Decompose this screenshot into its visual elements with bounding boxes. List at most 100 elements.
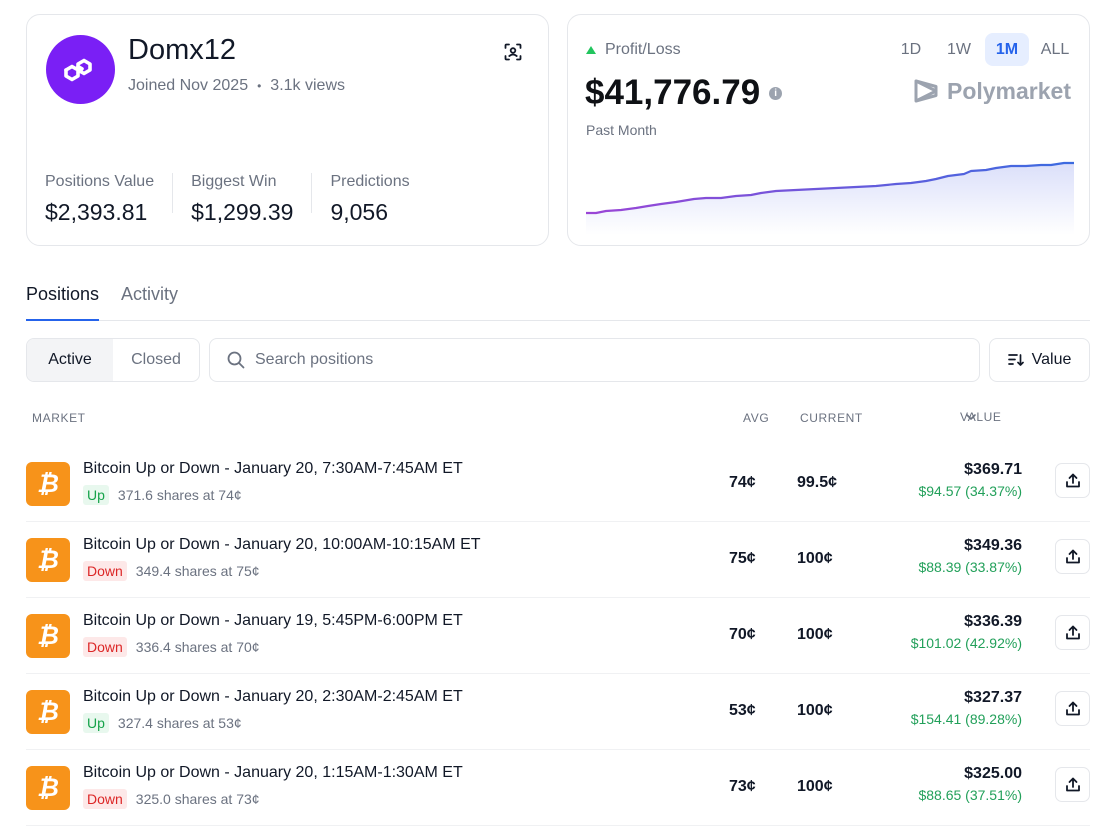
market-title[interactable]: Bitcoin Up or Down - January 20, 7:30AM-…	[83, 460, 463, 478]
pnl-chart-area	[586, 163, 1074, 235]
stat-positions-value: Positions Value $2,393.81	[45, 173, 174, 224]
position-gain: $101.02 (42.92%)	[910, 635, 1022, 651]
shares-info: 349.4 shares at 75¢	[135, 563, 260, 579]
filter-closed-button[interactable]: Closed	[113, 339, 199, 381]
range-selector: 1D 1W 1M ALL	[889, 33, 1077, 66]
pnl-chart	[586, 161, 1074, 235]
current-price: 100¢	[797, 550, 833, 567]
search-box	[209, 338, 980, 382]
current-price: 100¢	[797, 702, 833, 719]
avg-price: 53¢	[729, 702, 756, 719]
header-market: MARKET	[32, 411, 86, 425]
side-badge: Up	[83, 713, 109, 733]
header-avg: AVG	[743, 411, 770, 425]
table-row[interactable]: ₿ Bitcoin Up or Down - January 20, 7:30A…	[26, 446, 1090, 522]
shares-info: 327.4 shares at 53¢	[117, 715, 242, 731]
sort-label: Value	[1031, 351, 1072, 368]
current-price: 100¢	[797, 778, 833, 795]
pnl-label-text: Profit/Loss	[605, 41, 681, 58]
stat-label: Biggest Win	[191, 173, 277, 190]
stat-label: Predictions	[330, 173, 410, 190]
table-header: MARKET AVG CURRENT VALUE	[0, 410, 1106, 427]
pnl-value: $41,776.79 i	[585, 73, 783, 113]
stat-value: 9,056	[330, 199, 388, 225]
share-icon	[1065, 777, 1080, 791]
avg-price: 75¢	[729, 550, 756, 567]
avatar	[46, 35, 115, 104]
joined-date: Joined Nov 2025	[128, 77, 249, 94]
share-button[interactable]	[1055, 463, 1090, 498]
range-all[interactable]: ALL	[1033, 33, 1077, 66]
share-button[interactable]	[1055, 615, 1090, 650]
range-1d[interactable]: 1D	[889, 33, 933, 66]
bitcoin-icon: ₿	[26, 462, 70, 506]
shares-info: 371.6 shares at 74¢	[117, 487, 242, 503]
view-count: 3.1k views	[270, 77, 345, 94]
position-value: $325.00	[964, 765, 1022, 782]
profile-meta: Joined Nov 2025 • 3.1k views	[128, 77, 345, 95]
table-row[interactable]: ₿ Bitcoin Up or Down - January 19, 5:45P…	[26, 598, 1090, 674]
range-1m[interactable]: 1M	[985, 33, 1029, 66]
position-gain: $88.39 (33.87%)	[918, 559, 1022, 575]
market-title[interactable]: Bitcoin Up or Down - January 20, 1:15AM-…	[83, 764, 463, 782]
stat-biggest-win: Biggest Win $1,299.39	[191, 173, 313, 224]
search-icon	[227, 351, 245, 369]
scan-icon[interactable]	[502, 41, 524, 63]
position-details: Up 327.4 shares at 53¢	[83, 713, 242, 733]
current-price: 100¢	[797, 626, 833, 643]
share-icon	[1065, 625, 1080, 639]
side-badge: Down	[83, 637, 127, 657]
stat-label: Positions Value	[45, 173, 155, 190]
share-button[interactable]	[1055, 539, 1090, 574]
table-row[interactable]: ₿ Bitcoin Up or Down - January 20, 2:30A…	[26, 674, 1090, 750]
avg-price: 70¢	[729, 626, 756, 643]
bitcoin-icon: ₿	[26, 538, 70, 582]
market-title[interactable]: Bitcoin Up or Down - January 19, 5:45PM-…	[83, 612, 463, 630]
range-1w[interactable]: 1W	[937, 33, 981, 66]
market-title[interactable]: Bitcoin Up or Down - January 20, 2:30AM-…	[83, 688, 463, 706]
side-badge: Down	[83, 561, 127, 581]
share-icon	[1065, 473, 1080, 487]
pnl-amount: $41,776.79	[585, 73, 761, 112]
search-input[interactable]	[255, 351, 955, 369]
polygon-logo-icon	[63, 58, 92, 81]
header-value[interactable]: VALUE	[960, 410, 1001, 424]
table-row[interactable]: ₿ Bitcoin Up or Down - January 20, 1:15A…	[26, 750, 1090, 826]
profile-card: Domx12 Joined Nov 2025 • 3.1k views Posi…	[26, 14, 549, 246]
avg-price: 74¢	[729, 474, 756, 491]
shares-info: 325.0 shares at 73¢	[135, 791, 260, 807]
header-value-label: VALUE	[960, 410, 1002, 424]
position-value: $349.36	[964, 537, 1022, 554]
share-icon	[1065, 701, 1080, 715]
sort-icon	[1007, 354, 1024, 366]
share-button[interactable]	[1055, 767, 1090, 802]
filter-active-button[interactable]: Active	[27, 339, 113, 381]
position-gain: $154.41 (89.28%)	[910, 711, 1022, 727]
brand-name: Polymarket	[946, 77, 1071, 104]
stat-predictions: Predictions 9,056	[330, 173, 427, 224]
triangle-up-icon	[586, 46, 596, 54]
market-title[interactable]: Bitcoin Up or Down - January 20, 10:00AM…	[83, 536, 481, 554]
separator-dot: •	[257, 79, 262, 93]
position-value: $327.37	[964, 689, 1022, 706]
tab-activity[interactable]: Activity	[121, 282, 178, 321]
share-icon	[1065, 549, 1080, 563]
tab-positions[interactable]: Positions	[26, 282, 100, 321]
share-button[interactable]	[1055, 691, 1090, 726]
position-details: Up 371.6 shares at 74¢	[83, 485, 242, 505]
table-row[interactable]: ₿ Bitcoin Up or Down - January 20, 10:00…	[26, 522, 1090, 598]
status-filter: Active Closed	[26, 338, 200, 382]
username: Domx12	[128, 34, 236, 66]
sort-button[interactable]: Value	[989, 338, 1090, 382]
info-icon[interactable]: i	[769, 86, 783, 100]
avg-price: 73¢	[729, 778, 756, 795]
side-badge: Up	[83, 485, 109, 505]
position-details: Down 349.4 shares at 75¢	[83, 561, 260, 581]
bitcoin-icon: ₿	[26, 614, 70, 658]
shares-info: 336.4 shares at 70¢	[135, 639, 260, 655]
position-value: $336.39	[964, 613, 1022, 630]
main-tabs: Positions Activity	[26, 282, 1090, 321]
header-current: CURRENT	[800, 411, 863, 425]
position-details: Down 336.4 shares at 70¢	[83, 637, 260, 657]
polymarket-brand: Polymarket	[913, 77, 1071, 105]
